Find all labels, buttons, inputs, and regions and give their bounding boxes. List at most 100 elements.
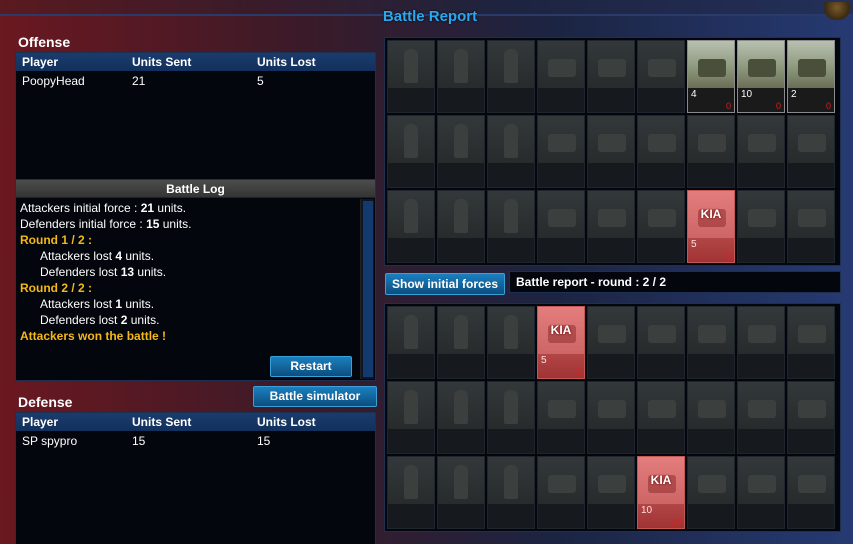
unit-lost: 0: [775, 101, 781, 111]
infantry-unit-card[interactable]: [487, 381, 535, 454]
log-line: Attackers lost 1 units.: [40, 297, 155, 311]
vehicle-unit-card[interactable]: [737, 115, 785, 188]
vehicle-unit-card[interactable]: [587, 306, 635, 379]
battle-log-panel: Battle Log Attackers initial force : 21 …: [15, 179, 376, 381]
vehicle-unit-card[interactable]: [587, 40, 635, 113]
tank-icon: [738, 116, 784, 163]
soldier-icon: [438, 457, 484, 504]
col-units-lost: Units Lost: [257, 415, 316, 429]
vehicle-unit-card[interactable]: 20: [787, 40, 835, 113]
infantry-unit-card[interactable]: [487, 190, 535, 263]
infantry-unit-card[interactable]: [387, 190, 435, 263]
vehicle-unit-card[interactable]: [637, 190, 685, 263]
vehicle-unit-card[interactable]: [687, 456, 735, 529]
battle-simulator-button[interactable]: Battle simulator: [253, 386, 377, 407]
infantry-unit-card[interactable]: [487, 115, 535, 188]
vehicle-unit-card[interactable]: KIA 5 5: [687, 190, 735, 263]
vehicle-unit-card[interactable]: [787, 190, 835, 263]
infantry-unit-card[interactable]: [487, 40, 535, 113]
log-line: Attackers won the battle !: [20, 329, 167, 343]
tank-icon: [788, 116, 834, 163]
vehicle-unit-card[interactable]: [737, 381, 785, 454]
soldier-icon: [488, 41, 534, 88]
vehicle-unit-card[interactable]: [687, 115, 735, 188]
vehicle-unit-card[interactable]: 40: [687, 40, 735, 113]
infantry-unit-card[interactable]: [387, 381, 435, 454]
vehicle-unit-card[interactable]: [787, 381, 835, 454]
infantry-unit-card[interactable]: [437, 456, 485, 529]
units-sent: 15: [132, 434, 146, 448]
vehicle-unit-card[interactable]: [587, 190, 635, 263]
tank-icon: [538, 457, 584, 504]
vehicle-unit-card[interactable]: [537, 381, 585, 454]
vehicle-unit-card[interactable]: [587, 456, 635, 529]
vehicle-unit-card[interactable]: [537, 40, 585, 113]
vehicle-unit-card[interactable]: [787, 115, 835, 188]
vehicle-unit-card[interactable]: [737, 190, 785, 263]
vehicle-unit-card[interactable]: [637, 40, 685, 113]
restart-button[interactable]: Restart: [270, 356, 352, 377]
vehicle-unit-card[interactable]: [637, 115, 685, 188]
battle-log-body: Attackers initial force : 21 units. Defen…: [16, 198, 375, 346]
vehicle-unit-card[interactable]: [637, 306, 685, 379]
infantry-unit-card[interactable]: [387, 40, 435, 113]
close-orb-icon[interactable]: [821, 2, 853, 20]
tank-icon: [588, 191, 634, 238]
log-line: Defenders lost 13 units.: [40, 265, 167, 279]
offense-table-header: Player Units Sent Units Lost: [16, 53, 375, 71]
unit-count: 10: [641, 505, 653, 516]
defense-table-header: Player Units Sent Units Lost: [16, 413, 375, 431]
vehicle-unit-card[interactable]: [587, 115, 635, 188]
vehicle-unit-card[interactable]: [687, 381, 735, 454]
infantry-unit-card[interactable]: [387, 115, 435, 188]
infantry-unit-card[interactable]: [437, 40, 485, 113]
tank-icon: [638, 191, 684, 238]
tank-icon: [788, 191, 834, 238]
soldier-icon: [388, 41, 434, 88]
infantry-unit-card[interactable]: [487, 306, 535, 379]
soldier-icon: [488, 382, 534, 429]
show-initial-forces-button[interactable]: Show initial forces: [385, 273, 505, 295]
infantry-unit-card[interactable]: [387, 306, 435, 379]
tank-icon: [538, 191, 584, 238]
infantry-unit-card[interactable]: [487, 456, 535, 529]
vehicle-unit-card[interactable]: [737, 456, 785, 529]
scrollbar-thumb[interactable]: [363, 201, 373, 377]
infantry-unit-card[interactable]: [437, 381, 485, 454]
tank-icon: [638, 307, 684, 354]
vehicle-unit-card[interactable]: 10 0: [737, 40, 785, 113]
vehicle-unit-card[interactable]: [537, 115, 585, 188]
defense-title: Defense: [18, 394, 73, 410]
vehicle-unit-card[interactable]: [587, 381, 635, 454]
vehicle-unit-card[interactable]: [687, 306, 735, 379]
table-row: PoopyHead 21 5: [16, 71, 375, 91]
log-scrollbar[interactable]: [360, 199, 374, 379]
tank-icon: [638, 382, 684, 429]
tank-icon: [688, 457, 734, 504]
unit-lost: 10: [670, 517, 681, 527]
offense-title: Offense: [18, 34, 71, 50]
vehicle-unit-card[interactable]: KIA 10 10: [637, 456, 685, 529]
kia-label: KIA: [700, 207, 722, 221]
infantry-unit-card[interactable]: [437, 115, 485, 188]
vehicle-unit-card[interactable]: [737, 306, 785, 379]
battle-report-round: Battle report - round : 2 / 2: [509, 271, 841, 293]
log-line: Attackers lost 4 units.: [40, 249, 155, 263]
infantry-unit-card[interactable]: [437, 190, 485, 263]
col-units-sent: Units Sent: [132, 55, 192, 69]
infantry-unit-card[interactable]: [437, 306, 485, 379]
vehicle-unit-card[interactable]: [637, 381, 685, 454]
soldier-icon: [438, 191, 484, 238]
unit-count: 4: [691, 89, 697, 100]
vehicle-unit-card[interactable]: [787, 306, 835, 379]
soldier-icon: [488, 457, 534, 504]
window-title: Battle Report: [382, 8, 478, 25]
tank-icon: [538, 382, 584, 429]
vehicle-unit-card[interactable]: [537, 190, 585, 263]
tank-icon: [588, 307, 634, 354]
vehicle-unit-card[interactable]: KIA 5 5: [537, 306, 585, 379]
vehicle-unit-card[interactable]: [787, 456, 835, 529]
vehicle-unit-card[interactable]: [537, 456, 585, 529]
infantry-unit-card[interactable]: [387, 456, 435, 529]
soldier-icon: [438, 307, 484, 354]
